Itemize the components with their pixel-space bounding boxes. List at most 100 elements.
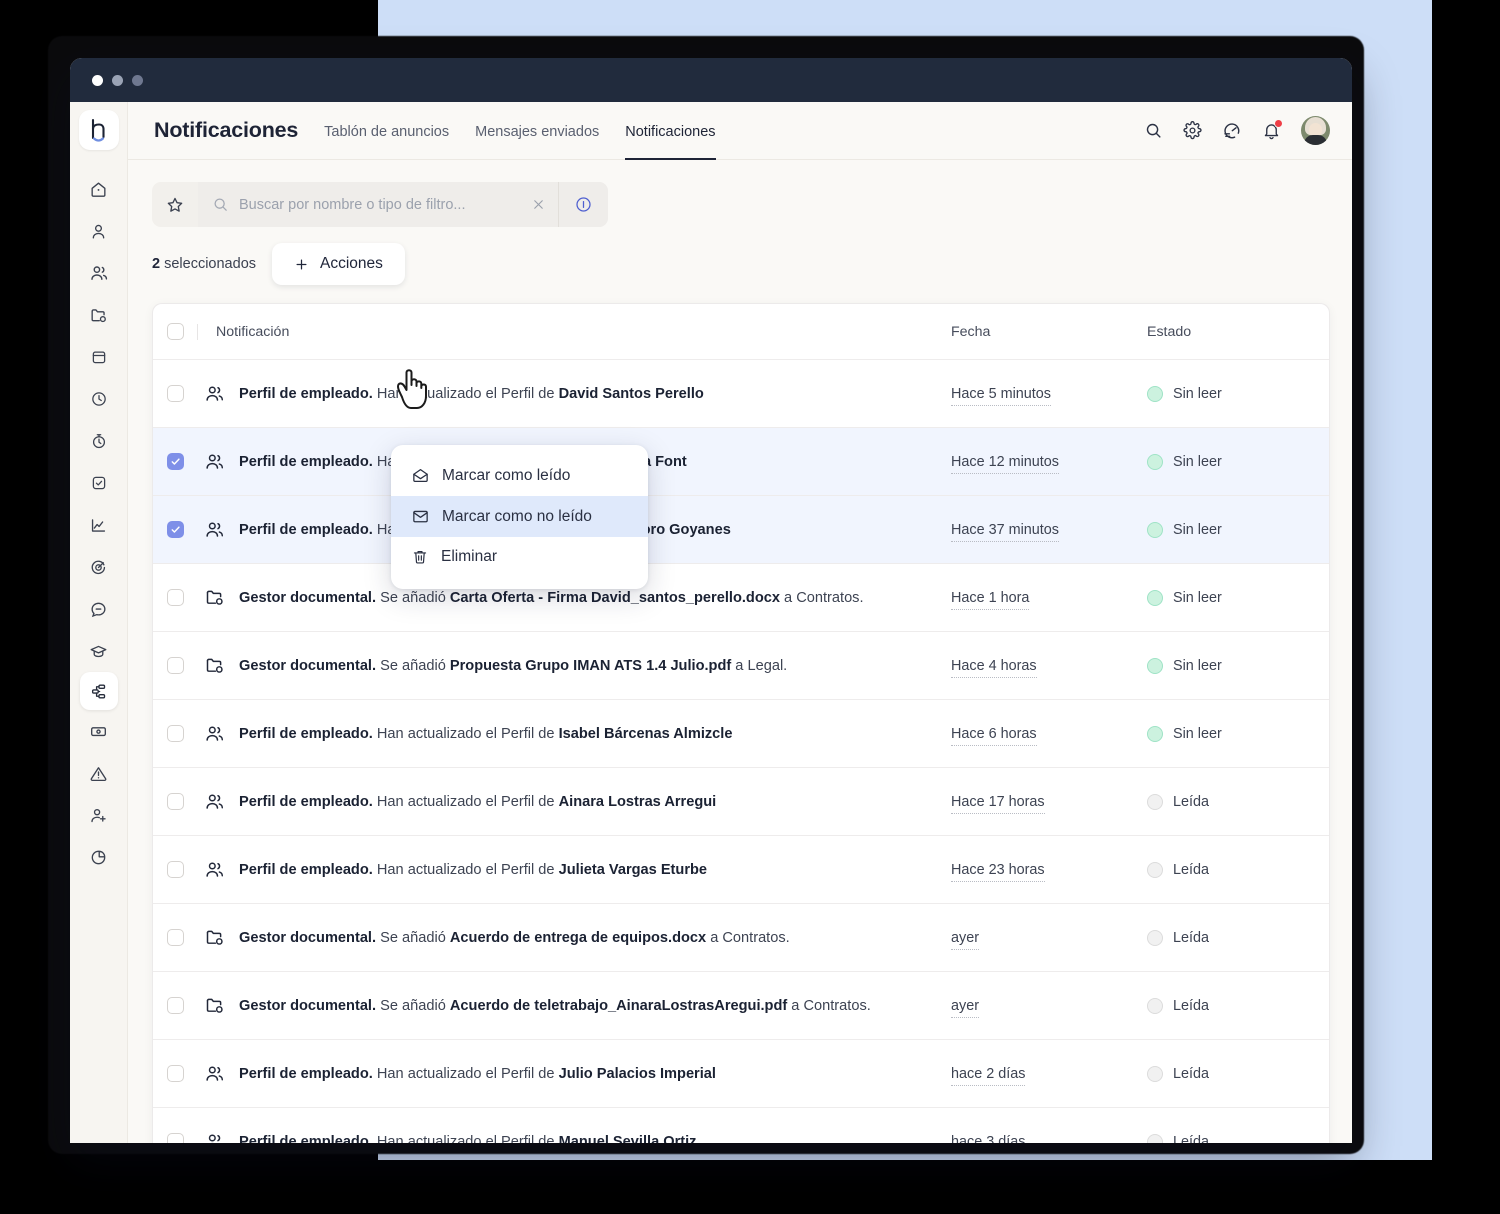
search-glass-icon: [212, 196, 229, 213]
header-actions: [1144, 116, 1330, 145]
page-title: Notificaciones: [154, 118, 298, 143]
tab-tablon-de-anuncios[interactable]: Tablón de anuncios: [324, 102, 449, 160]
target-icon: [89, 558, 108, 577]
table-row[interactable]: Perfil de empleado. Han actualizado el P…: [153, 1040, 1329, 1108]
menu-item-eliminar[interactable]: Eliminar: [391, 537, 648, 577]
search-field: [198, 182, 558, 227]
tab-notificaciones[interactable]: Notificaciones: [625, 102, 715, 160]
table-row[interactable]: Perfil de empleado. Han actualizado el P…: [153, 1108, 1329, 1143]
sidebar-item-clock[interactable]: [80, 378, 118, 420]
row-select-cell: [153, 997, 197, 1014]
sidebar-item-incidents[interactable]: [80, 752, 118, 794]
star-icon[interactable]: [152, 182, 198, 227]
sidebar-item-tasks[interactable]: [80, 462, 118, 504]
sidebar: [70, 102, 128, 1143]
tab-mensajes-enviados[interactable]: Mensajes enviados: [475, 102, 599, 160]
row-checkbox[interactable]: [167, 521, 184, 538]
date-cell: hace 3 días: [951, 1134, 1147, 1144]
status-label: Leída: [1173, 998, 1209, 1014]
sidebar-item-chat[interactable]: [80, 588, 118, 630]
table-row[interactable]: Perfil de empleado. Han actualizado el P…: [153, 836, 1329, 904]
table-row[interactable]: Perfil de empleado. Han actualizado el P…: [153, 768, 1329, 836]
sidebar-item-goals[interactable]: [80, 546, 118, 588]
sidebar-item-payroll[interactable]: [80, 710, 118, 752]
sidebar-item-home[interactable]: [80, 168, 118, 210]
gear-icon[interactable]: [1183, 121, 1202, 140]
notification-text: Perfil de empleado. Han actualizado el P…: [239, 1066, 716, 1082]
status-cell: Leída: [1147, 794, 1315, 810]
table-row[interactable]: Perfil de empleado. Han actualizado el P…: [153, 700, 1329, 768]
table-row[interactable]: Perfil de empleado. Han actualizado el P…: [153, 360, 1329, 428]
sidebar-item-person[interactable]: [80, 210, 118, 252]
status-label: Sin leer: [1173, 522, 1222, 538]
sidebar-item-recruitment[interactable]: [80, 794, 118, 836]
row-checkbox[interactable]: [167, 1065, 184, 1082]
folder-icon: [204, 587, 225, 608]
row-checkbox[interactable]: [167, 997, 184, 1014]
date-cell: Hace 23 horas: [951, 862, 1147, 878]
row-checkbox[interactable]: [167, 589, 184, 606]
table-row[interactable]: Perfil de empleado. Han actualizado el P…: [153, 496, 1329, 564]
pie-chart-icon: [89, 848, 108, 867]
table-row[interactable]: Gestor documental. Se añadió Carta Ofert…: [153, 564, 1329, 632]
table-row[interactable]: Gestor documental. Se añadió Propuesta G…: [153, 632, 1329, 700]
sidebar-item-stopwatch[interactable]: [80, 420, 118, 462]
notification-cell: Perfil de empleado. Han actualizado el P…: [197, 859, 951, 880]
gauge-icon[interactable]: [1222, 121, 1242, 141]
sidebar-item-training[interactable]: [80, 630, 118, 672]
info-icon[interactable]: [558, 182, 608, 227]
people-icon: [204, 1131, 225, 1143]
search-icon[interactable]: [1144, 121, 1163, 140]
sidebar-item-reports[interactable]: [80, 836, 118, 878]
row-checkbox[interactable]: [167, 861, 184, 878]
date-value: Hace 17 horas: [951, 794, 1045, 814]
status-label: Sin leer: [1173, 726, 1222, 742]
sidebar-item-calendar[interactable]: [80, 336, 118, 378]
status-label: Leída: [1173, 862, 1209, 878]
row-checkbox[interactable]: [167, 929, 184, 946]
screenshot-stage: Notificaciones Tablón de anuncios Mensaj…: [0, 0, 1500, 1214]
bulk-action-row: 2 seleccionados Acciones: [152, 243, 1330, 285]
close-icon[interactable]: [531, 197, 546, 212]
window-body: Notificaciones Tablón de anuncios Mensaj…: [70, 102, 1352, 1143]
table-row[interactable]: Gestor documental. Se añadió Acuerdo de …: [153, 972, 1329, 1040]
menu-item-marcar-como-no-leido[interactable]: Marcar como no leído: [391, 496, 648, 537]
sidebar-item-folder[interactable]: [80, 294, 118, 336]
bell-icon[interactable]: [1262, 121, 1281, 140]
status-cell: Sin leer: [1147, 386, 1315, 402]
date-value: ayer: [951, 998, 979, 1018]
sidebar-item-analytics[interactable]: [80, 504, 118, 546]
window-close-button[interactable]: [92, 75, 103, 86]
avatar[interactable]: [1301, 116, 1330, 145]
row-checkbox[interactable]: [167, 453, 184, 470]
page-header: Notificaciones Tablón de anuncios Mensaj…: [128, 102, 1352, 160]
row-checkbox[interactable]: [167, 657, 184, 674]
acciones-button[interactable]: Acciones: [272, 243, 405, 285]
status-dot: [1147, 726, 1163, 742]
app-logo[interactable]: [79, 110, 119, 150]
menu-item-marcar-como-leido[interactable]: Marcar como leído: [391, 455, 648, 496]
row-checkbox[interactable]: [167, 725, 184, 742]
sidebar-item-people[interactable]: [80, 252, 118, 294]
table-row[interactable]: Perfil de empleado. Han actualizado el P…: [153, 428, 1329, 496]
notification-cell: Perfil de empleado. Han actualizado el P…: [197, 1063, 951, 1084]
row-checkbox[interactable]: [167, 793, 184, 810]
row-checkbox[interactable]: [167, 385, 184, 402]
table-row[interactable]: Gestor documental. Se añadió Acuerdo de …: [153, 904, 1329, 972]
window-maximize-button[interactable]: [132, 75, 143, 86]
row-select-cell: [153, 453, 197, 470]
notifications-table: Notificación Fecha Estado Perfil de empl…: [152, 303, 1330, 1143]
col-date-label: Fecha: [951, 324, 990, 340]
notification-text: Perfil de empleado. Han actualizado el P…: [239, 1134, 696, 1144]
notification-cell: Gestor documental. Se añadió Acuerdo de …: [197, 995, 951, 1016]
status-label: Sin leer: [1173, 658, 1222, 674]
row-checkbox[interactable]: [167, 1133, 184, 1143]
people-icon: [204, 859, 225, 880]
sidebar-item-workflows[interactable]: [80, 672, 118, 710]
search-input[interactable]: [239, 197, 521, 213]
select-all-checkbox[interactable]: [167, 323, 184, 340]
status-label: Leída: [1173, 1134, 1209, 1144]
date-cell: Hace 5 minutos: [951, 386, 1147, 402]
people-icon: [204, 791, 225, 812]
window-minimize-button[interactable]: [112, 75, 123, 86]
